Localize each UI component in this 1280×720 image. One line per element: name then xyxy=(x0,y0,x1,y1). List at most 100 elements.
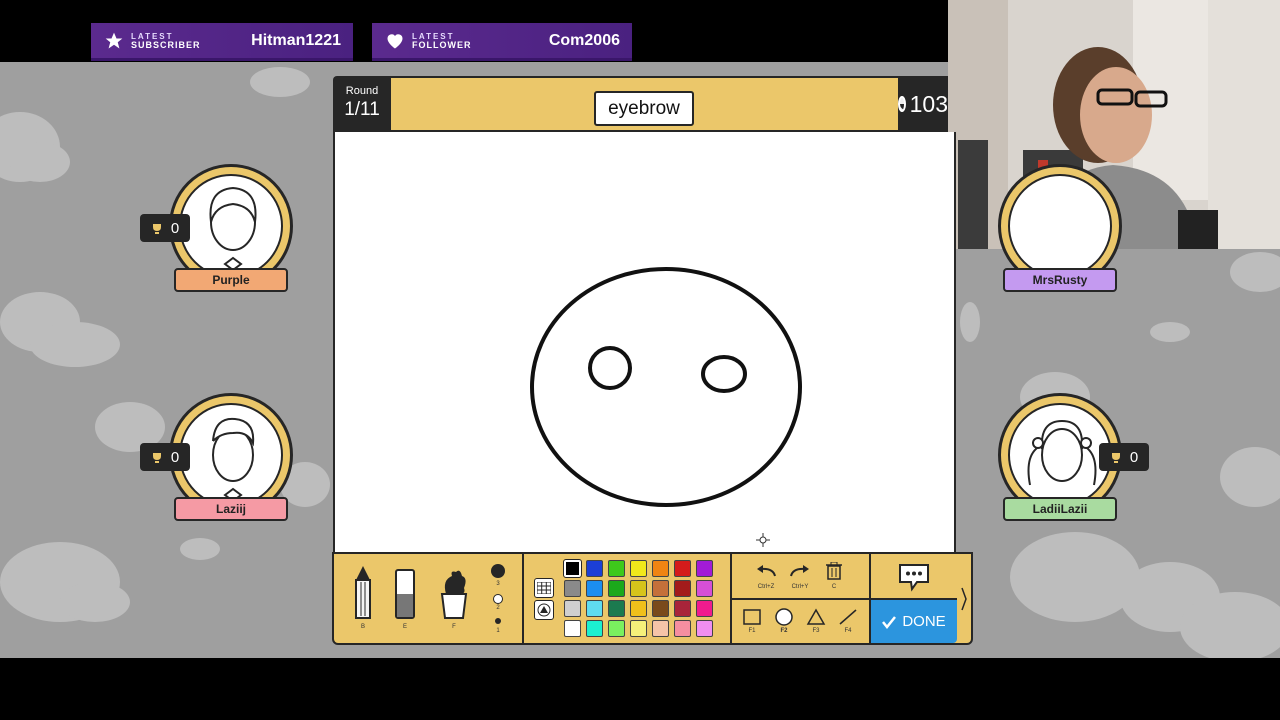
color-swatch[interactable] xyxy=(652,560,669,577)
drawing xyxy=(530,267,802,547)
alert-tag: LATEST FOLLOWER xyxy=(412,31,472,50)
round-label: Round xyxy=(345,85,379,97)
player-card: 0 Laziij xyxy=(140,393,296,528)
color-swatch[interactable] xyxy=(608,600,625,617)
player-score: 0 xyxy=(140,214,190,242)
eraser-icon xyxy=(395,569,415,619)
brush-size-small[interactable] xyxy=(495,618,501,624)
color-swatch[interactable] xyxy=(563,559,582,578)
color-swatch[interactable] xyxy=(696,560,713,577)
color-swatch[interactable] xyxy=(586,560,603,577)
color-swatch[interactable] xyxy=(674,620,691,637)
collapse-toolbar-button[interactable] xyxy=(957,554,971,643)
color-swatch[interactable] xyxy=(674,580,691,597)
redo-button[interactable]: Ctrl+Y xyxy=(786,564,814,594)
triangle-icon xyxy=(806,608,826,625)
done-button[interactable]: DONE xyxy=(871,600,957,643)
player-card: 0 LadiiLazii xyxy=(995,393,1149,528)
chevron-right-icon xyxy=(961,587,967,610)
color-swatch[interactable] xyxy=(564,620,581,637)
heart-icon xyxy=(384,30,406,52)
cloud xyxy=(960,302,980,342)
eraser-tool[interactable]: E xyxy=(394,568,416,634)
chat-bubble-icon xyxy=(899,564,929,592)
undo-button[interactable]: Ctrl+Z xyxy=(752,564,780,594)
color-swatch[interactable] xyxy=(630,580,647,597)
clear-button[interactable]: C xyxy=(822,561,846,594)
chat-button[interactable] xyxy=(871,554,957,600)
redo-shortcut: Ctrl+Y xyxy=(791,584,809,590)
color-swatch[interactable] xyxy=(696,620,713,637)
color-swatch[interactable] xyxy=(652,580,669,597)
brush-size-large[interactable] xyxy=(491,564,505,578)
fill-tool[interactable]: F xyxy=(436,568,472,634)
player-name: Purple xyxy=(174,268,288,292)
eraser-shortcut: E xyxy=(402,624,407,630)
toolbar-divider-horizontal xyxy=(732,598,871,600)
redo-icon xyxy=(790,565,809,577)
shape-shortcut: F2 xyxy=(780,628,788,634)
round-indicator: Round 1/11 xyxy=(333,76,391,132)
crosshair-cursor-icon xyxy=(756,533,770,547)
cloud xyxy=(10,142,70,182)
grid-icon xyxy=(537,582,551,594)
circle-icon xyxy=(775,608,793,626)
color-swatch[interactable] xyxy=(652,600,669,617)
color-swatch[interactable] xyxy=(674,560,691,577)
color-swatch[interactable] xyxy=(586,620,603,637)
pencil-shortcut: B xyxy=(360,624,365,630)
avatar-drawing xyxy=(212,417,255,503)
player-name: LadiiLazii xyxy=(1003,497,1117,521)
color-swatch[interactable] xyxy=(586,580,603,597)
player-card: MrsRusty xyxy=(995,164,1125,299)
rectangle-icon xyxy=(743,609,761,625)
brush-size-label: 3 xyxy=(496,581,500,587)
pencil-tool[interactable]: B xyxy=(352,564,374,634)
shape-shortcut: F1 xyxy=(748,628,756,634)
star-icon xyxy=(103,30,125,52)
color-swatch[interactable] xyxy=(586,600,603,617)
latest-follower-alert: LATEST FOLLOWER Com2006 xyxy=(372,23,632,61)
score-value: 0 xyxy=(1129,448,1139,466)
color-swatch[interactable] xyxy=(696,600,713,617)
color-swatch[interactable] xyxy=(608,580,625,597)
undo-icon xyxy=(757,565,776,577)
timer-value: 103 xyxy=(909,90,948,117)
cloud xyxy=(60,582,130,622)
avatar-drawing xyxy=(1027,419,1097,486)
color-swatch[interactable] xyxy=(564,600,581,617)
color-swatch[interactable] xyxy=(630,600,647,617)
follower-name: Com2006 xyxy=(548,31,620,49)
rectangle-tool[interactable]: F1 xyxy=(740,608,764,642)
ellipse-tool[interactable]: F2 xyxy=(772,608,796,642)
player-score: 0 xyxy=(1099,443,1149,471)
color-swatch[interactable] xyxy=(564,580,581,597)
triangle-tool[interactable]: F3 xyxy=(804,608,828,642)
shape-shortcut: F3 xyxy=(812,628,820,634)
done-label: DONE xyxy=(902,613,946,630)
color-swatch[interactable] xyxy=(630,620,647,637)
undo-shortcut: Ctrl+Z xyxy=(757,584,775,590)
brush-size-medium[interactable] xyxy=(493,594,503,604)
trophy-icon xyxy=(151,451,163,463)
color-swatch[interactable] xyxy=(630,560,647,577)
color-swatch[interactable] xyxy=(652,620,669,637)
grid-toggle-button[interactable] xyxy=(534,578,554,598)
line-tool[interactable]: F4 xyxy=(836,608,860,642)
avatar-drawing xyxy=(209,186,257,272)
cloud xyxy=(30,322,120,367)
player-score: 0 xyxy=(140,443,190,471)
drawing-canvas[interactable] xyxy=(333,132,956,553)
color-swatch[interactable] xyxy=(696,580,713,597)
player-name: Laziij xyxy=(174,497,288,521)
toolbar-divider xyxy=(522,554,524,643)
color-swatch[interactable] xyxy=(608,620,625,637)
cloud xyxy=(1150,322,1190,342)
shape-fill-toggle-button[interactable] xyxy=(534,600,554,620)
color-swatch[interactable] xyxy=(608,560,625,577)
round-value: 1/11 xyxy=(344,99,380,120)
trophy-icon xyxy=(151,222,163,234)
cloud xyxy=(180,538,220,560)
cloud xyxy=(1180,592,1280,658)
color-swatch[interactable] xyxy=(674,600,691,617)
